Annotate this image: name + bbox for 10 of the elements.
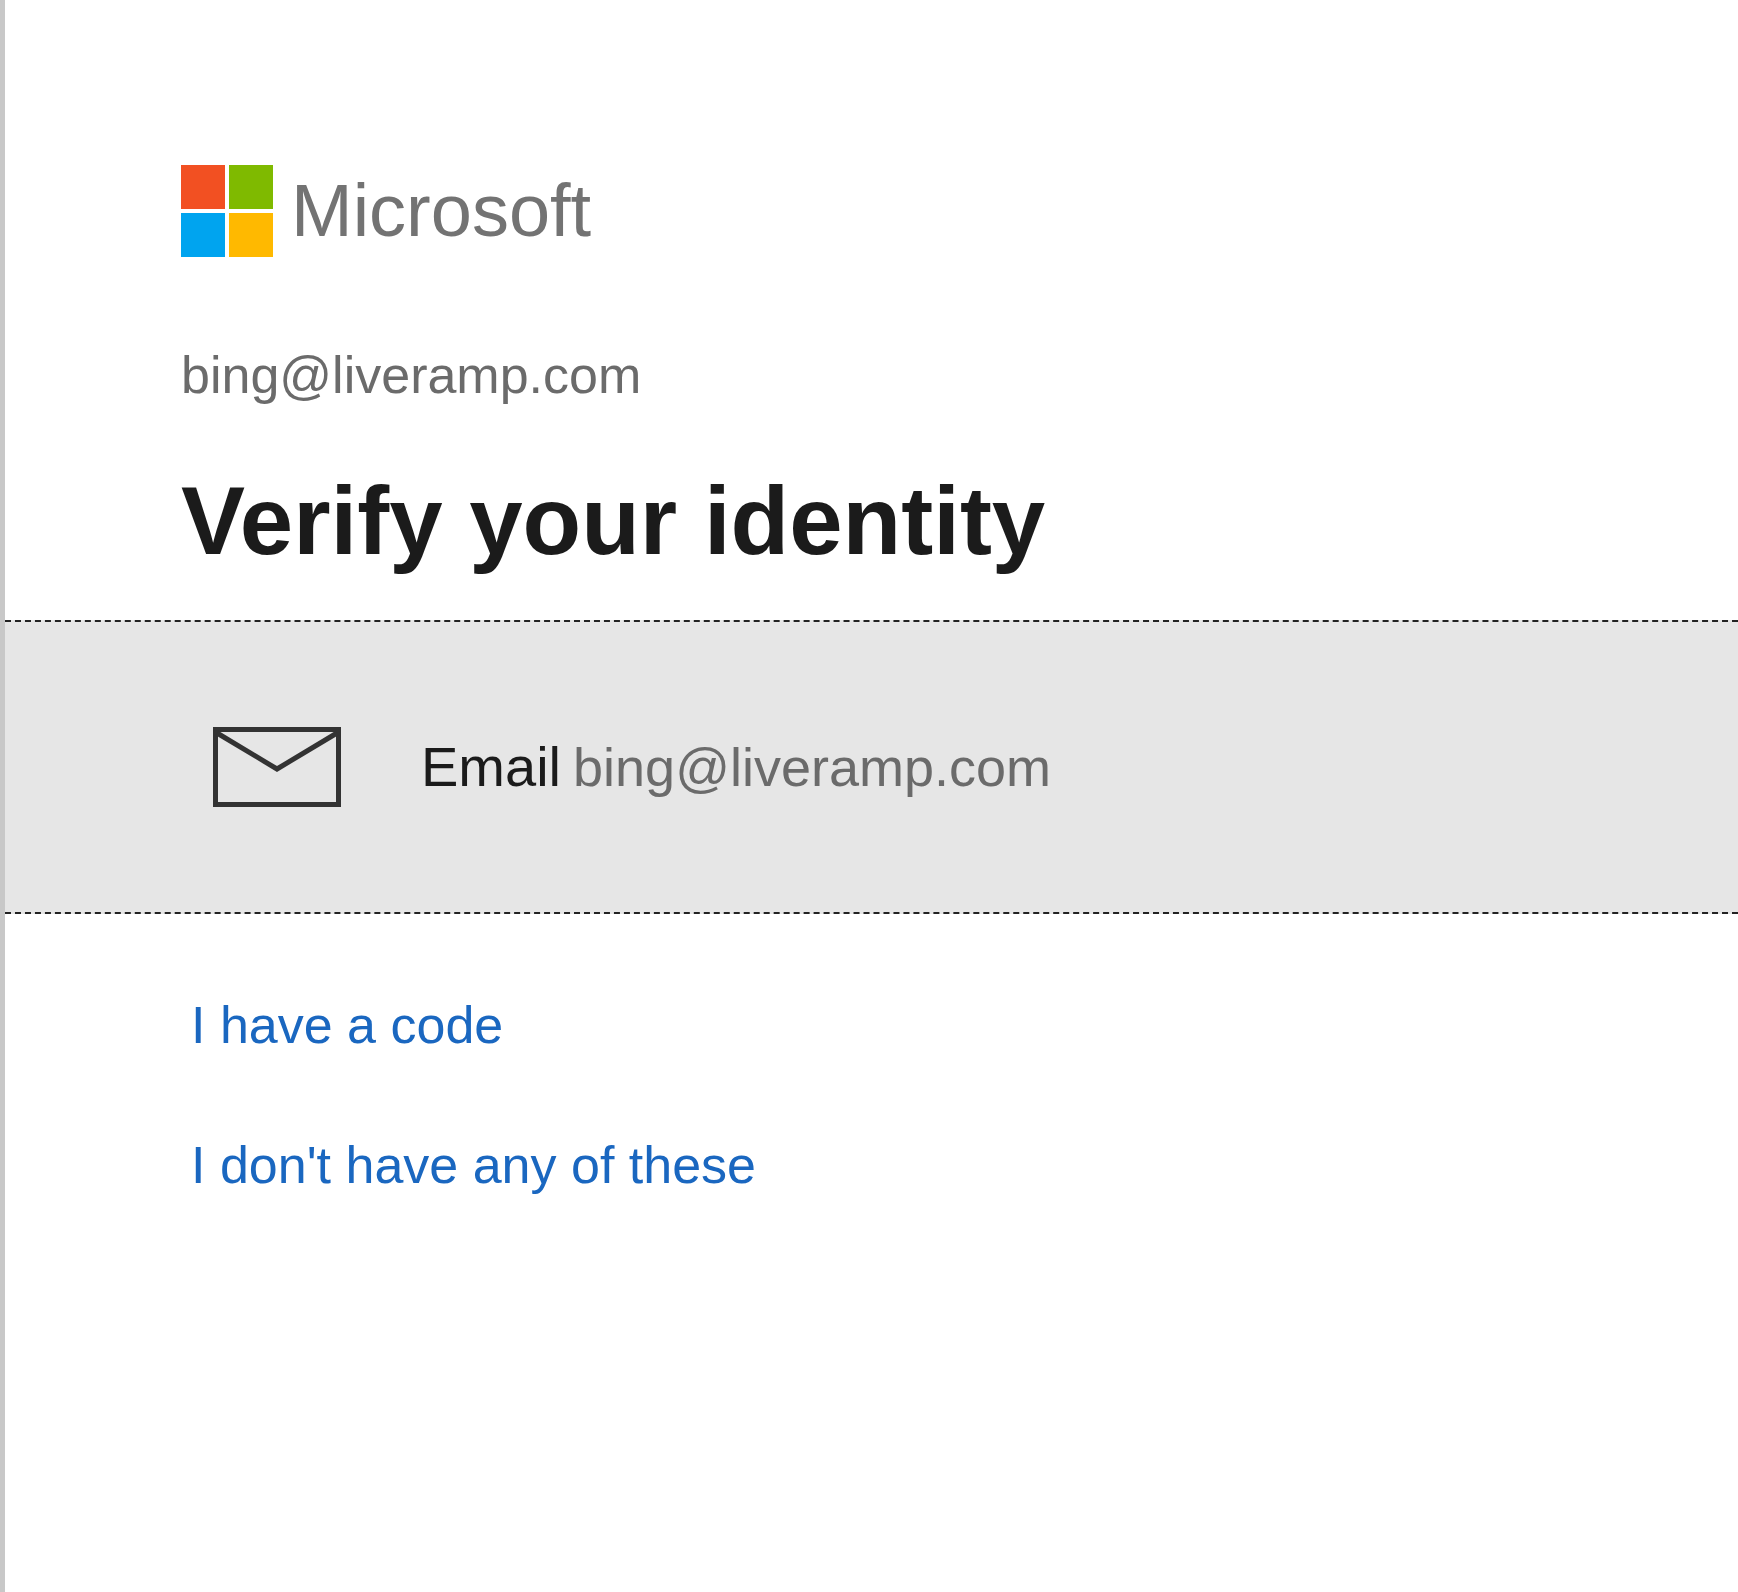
- verification-option[interactable]: Email bing@liveramp.com: [5, 620, 1738, 915]
- brand-name: Microsoft: [291, 174, 592, 248]
- logo-icon: [181, 165, 273, 257]
- option-link[interactable]: I don't have any of these: [191, 1139, 756, 1192]
- account-email: bing@liveramp.com: [181, 346, 642, 404]
- envelope-icon: [213, 727, 341, 808]
- option-value: bing@liveramp.com: [573, 740, 1051, 795]
- option-label: Email: [421, 739, 562, 796]
- option-link[interactable]: I have a code: [191, 999, 504, 1052]
- page-title: Verify your identity: [181, 466, 1046, 576]
